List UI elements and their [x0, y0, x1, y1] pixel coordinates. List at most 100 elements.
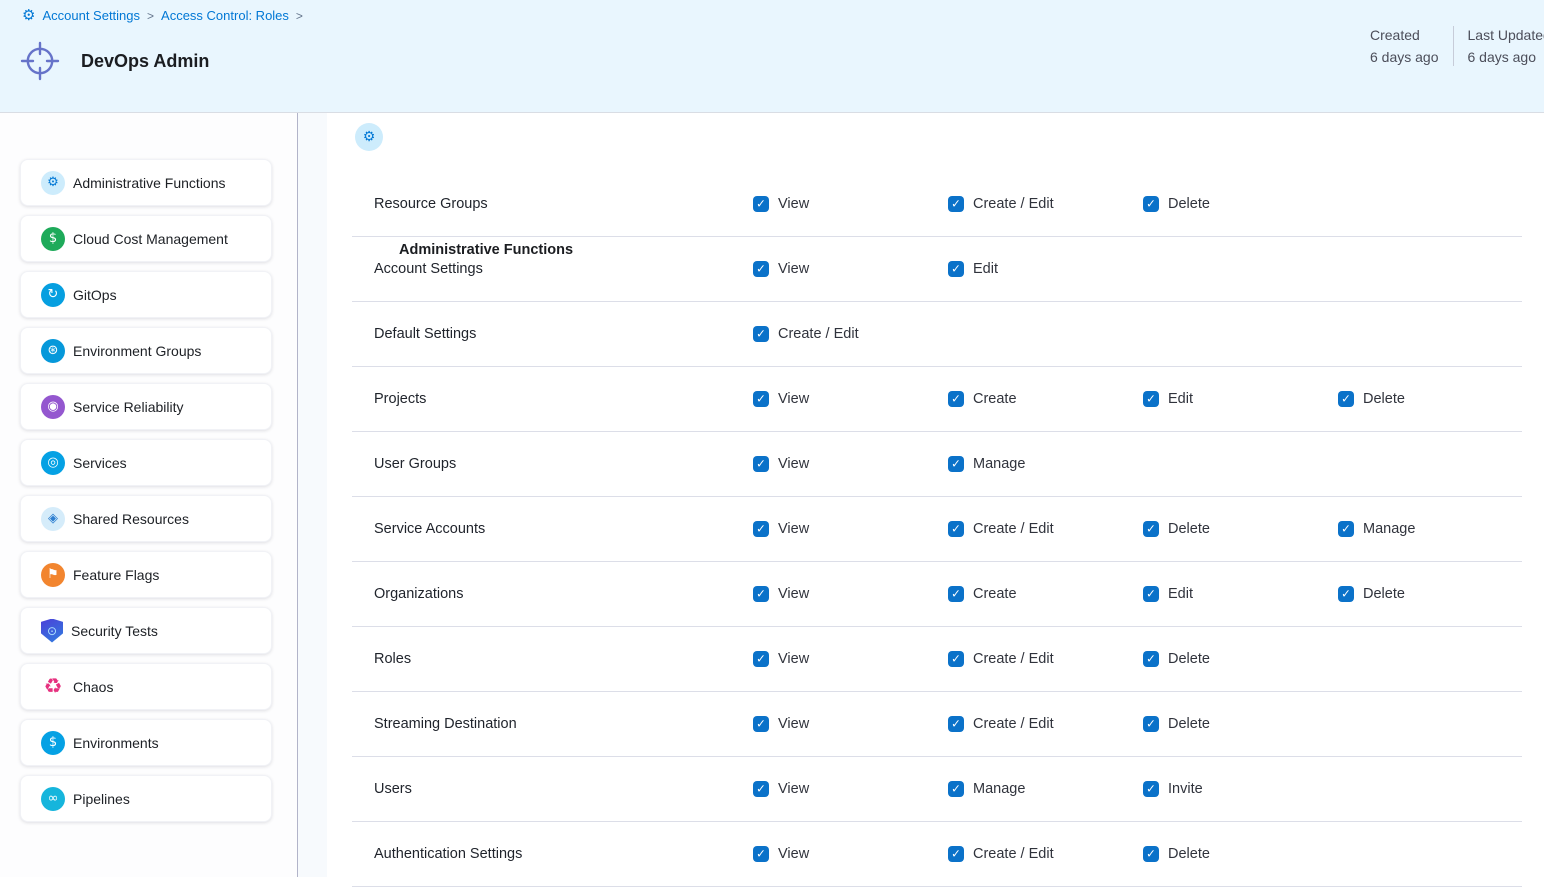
- permission-checkbox[interactable]: Delete: [1143, 846, 1338, 862]
- permission-row: Streaming Destination View Create / Edit: [352, 692, 1522, 757]
- category-card[interactable]: ◉ Service Reliability: [20, 383, 272, 430]
- resource-name: Users: [352, 781, 753, 797]
- permission-label: View: [778, 456, 809, 472]
- checkbox-checked-icon: [753, 391, 769, 407]
- category-card[interactable]: $ Environments: [20, 719, 272, 766]
- last-updated-label: Last Updated: [1468, 24, 1544, 46]
- permission-checkbox[interactable]: View: [753, 521, 948, 537]
- permission-checkbox[interactable]: View: [753, 651, 948, 667]
- category-card[interactable]: ◎ Services: [20, 439, 272, 486]
- last-updated-value: 6 days ago: [1468, 46, 1544, 68]
- permission-label: Create / Edit: [778, 326, 859, 342]
- gitops-icon: ↻: [41, 283, 65, 307]
- permission-label: Delete: [1168, 196, 1210, 212]
- permission-checkbox[interactable]: View: [753, 586, 948, 602]
- permission-checkbox[interactable]: View: [753, 261, 948, 277]
- permission-label: Edit: [973, 261, 998, 277]
- permission-checkbox[interactable]: View: [753, 196, 948, 212]
- panel-resizer[interactable]: [297, 113, 327, 877]
- permission-row: Organizations View Create: [352, 562, 1522, 627]
- permission-label: View: [778, 196, 809, 212]
- permission-checkbox[interactable]: Delete: [1143, 521, 1338, 537]
- permission-label: View: [778, 846, 809, 862]
- resource-name: Resource Groups: [352, 196, 753, 212]
- permission-cells: View Create / Edit Delete: [753, 196, 1522, 212]
- category-card[interactable]: ⊛ Environment Groups: [20, 327, 272, 374]
- permission-checkbox[interactable]: Create / Edit: [948, 846, 1143, 862]
- permission-checkbox[interactable]: Create / Edit: [948, 521, 1143, 537]
- permission-checkbox[interactable]: Invite: [1143, 781, 1338, 797]
- permission-label: View: [778, 586, 809, 602]
- permission-checkbox[interactable]: Create / Edit: [948, 716, 1143, 732]
- permission-label: Delete: [1168, 651, 1210, 667]
- checkbox-checked-icon: [1143, 781, 1159, 797]
- resource-name: Roles: [352, 651, 753, 667]
- security-tests-shield-icon: ⊙: [41, 619, 63, 643]
- permission-checkbox[interactable]: Create: [948, 586, 1143, 602]
- category-card[interactable]: ↻ GitOps: [20, 271, 272, 318]
- permission-label: Create / Edit: [973, 196, 1054, 212]
- category-card[interactable]: ◈ Shared Resources: [20, 495, 272, 542]
- permission-checkbox[interactable]: Manage: [948, 781, 1143, 797]
- checkbox-checked-icon: [1338, 521, 1354, 537]
- category-label: Service Reliability: [73, 399, 183, 415]
- resource-name: Streaming Destination: [352, 716, 753, 732]
- permission-checkbox[interactable]: View: [753, 716, 948, 732]
- permission-checkbox[interactable]: View: [753, 846, 948, 862]
- permission-checkbox[interactable]: Delete: [1338, 586, 1533, 602]
- cloud-cost-icon: $: [41, 227, 65, 251]
- permission-checkbox[interactable]: Manage: [948, 456, 1143, 472]
- title-row: DevOps Admin: [20, 41, 209, 81]
- category-card[interactable]: ⊙ Security Tests: [20, 607, 272, 654]
- permission-label: Create / Edit: [973, 846, 1054, 862]
- permission-label: View: [778, 781, 809, 797]
- permission-cells: View Create / Edit Delete: [753, 521, 1533, 537]
- checkbox-checked-icon: [948, 846, 964, 862]
- permissions-panel: ⚙ Administrative Functions Resource Grou…: [352, 113, 1522, 877]
- category-card[interactable]: $ Cloud Cost Management: [20, 215, 272, 262]
- permission-checkbox[interactable]: Delete: [1143, 651, 1338, 667]
- permission-cells: View Create / Edit Delete: [753, 716, 1522, 732]
- permission-checkbox[interactable]: Edit: [948, 261, 1143, 277]
- permission-checkbox[interactable]: Edit: [1143, 391, 1338, 407]
- category-card[interactable]: ♻ Chaos: [20, 663, 272, 710]
- permission-checkbox[interactable]: Create / Edit: [753, 326, 948, 342]
- category-label: Feature Flags: [73, 567, 159, 583]
- environment-groups-icon: ⊛: [41, 339, 65, 363]
- permission-checkbox[interactable]: Edit: [1143, 586, 1338, 602]
- checkbox-checked-icon: [948, 716, 964, 732]
- category-card[interactable]: ⚑ Feature Flags: [20, 551, 272, 598]
- permission-cells: View Edit: [753, 261, 1522, 277]
- permission-label: Delete: [1168, 846, 1210, 862]
- checkbox-checked-icon: [948, 391, 964, 407]
- permission-checkbox[interactable]: Delete: [1338, 391, 1533, 407]
- permission-checkbox[interactable]: Create / Edit: [948, 196, 1143, 212]
- crosshair-icon: [20, 41, 60, 81]
- breadcrumb-link[interactable]: Access Control: Roles: [161, 8, 289, 23]
- category-label: Cloud Cost Management: [73, 231, 228, 247]
- breadcrumb-link[interactable]: Account Settings: [42, 8, 140, 23]
- permission-checkbox[interactable]: Delete: [1143, 716, 1338, 732]
- created-label: Created: [1370, 24, 1439, 46]
- category-card[interactable]: ⚙ Administrative Functions: [20, 159, 272, 206]
- permission-cells: View Create / Edit Delete: [753, 846, 1522, 862]
- permission-row: Users View Manage: [352, 757, 1522, 822]
- permission-label: Create: [973, 391, 1017, 407]
- checkbox-checked-icon: [753, 456, 769, 472]
- checkbox-checked-icon: [753, 326, 769, 342]
- permission-row: Roles View Create / Edit: [352, 627, 1522, 692]
- permission-checkbox[interactable]: View: [753, 781, 948, 797]
- permission-checkbox[interactable]: Create / Edit: [948, 651, 1143, 667]
- permission-cells: View Create / Edit Delete: [753, 651, 1522, 667]
- permission-checkbox[interactable]: Delete: [1143, 196, 1338, 212]
- permission-checkbox[interactable]: View: [753, 456, 948, 472]
- permission-label: Create: [973, 586, 1017, 602]
- permission-label: Manage: [1363, 521, 1415, 537]
- service-reliability-icon: ◉: [41, 395, 65, 419]
- permission-label: Edit: [1168, 391, 1193, 407]
- permission-checkbox[interactable]: Manage: [1338, 521, 1533, 537]
- category-card[interactable]: ∞ Pipelines: [20, 775, 272, 822]
- permission-checkbox[interactable]: View: [753, 391, 948, 407]
- permission-checkbox[interactable]: Create: [948, 391, 1143, 407]
- checkbox-checked-icon: [948, 586, 964, 602]
